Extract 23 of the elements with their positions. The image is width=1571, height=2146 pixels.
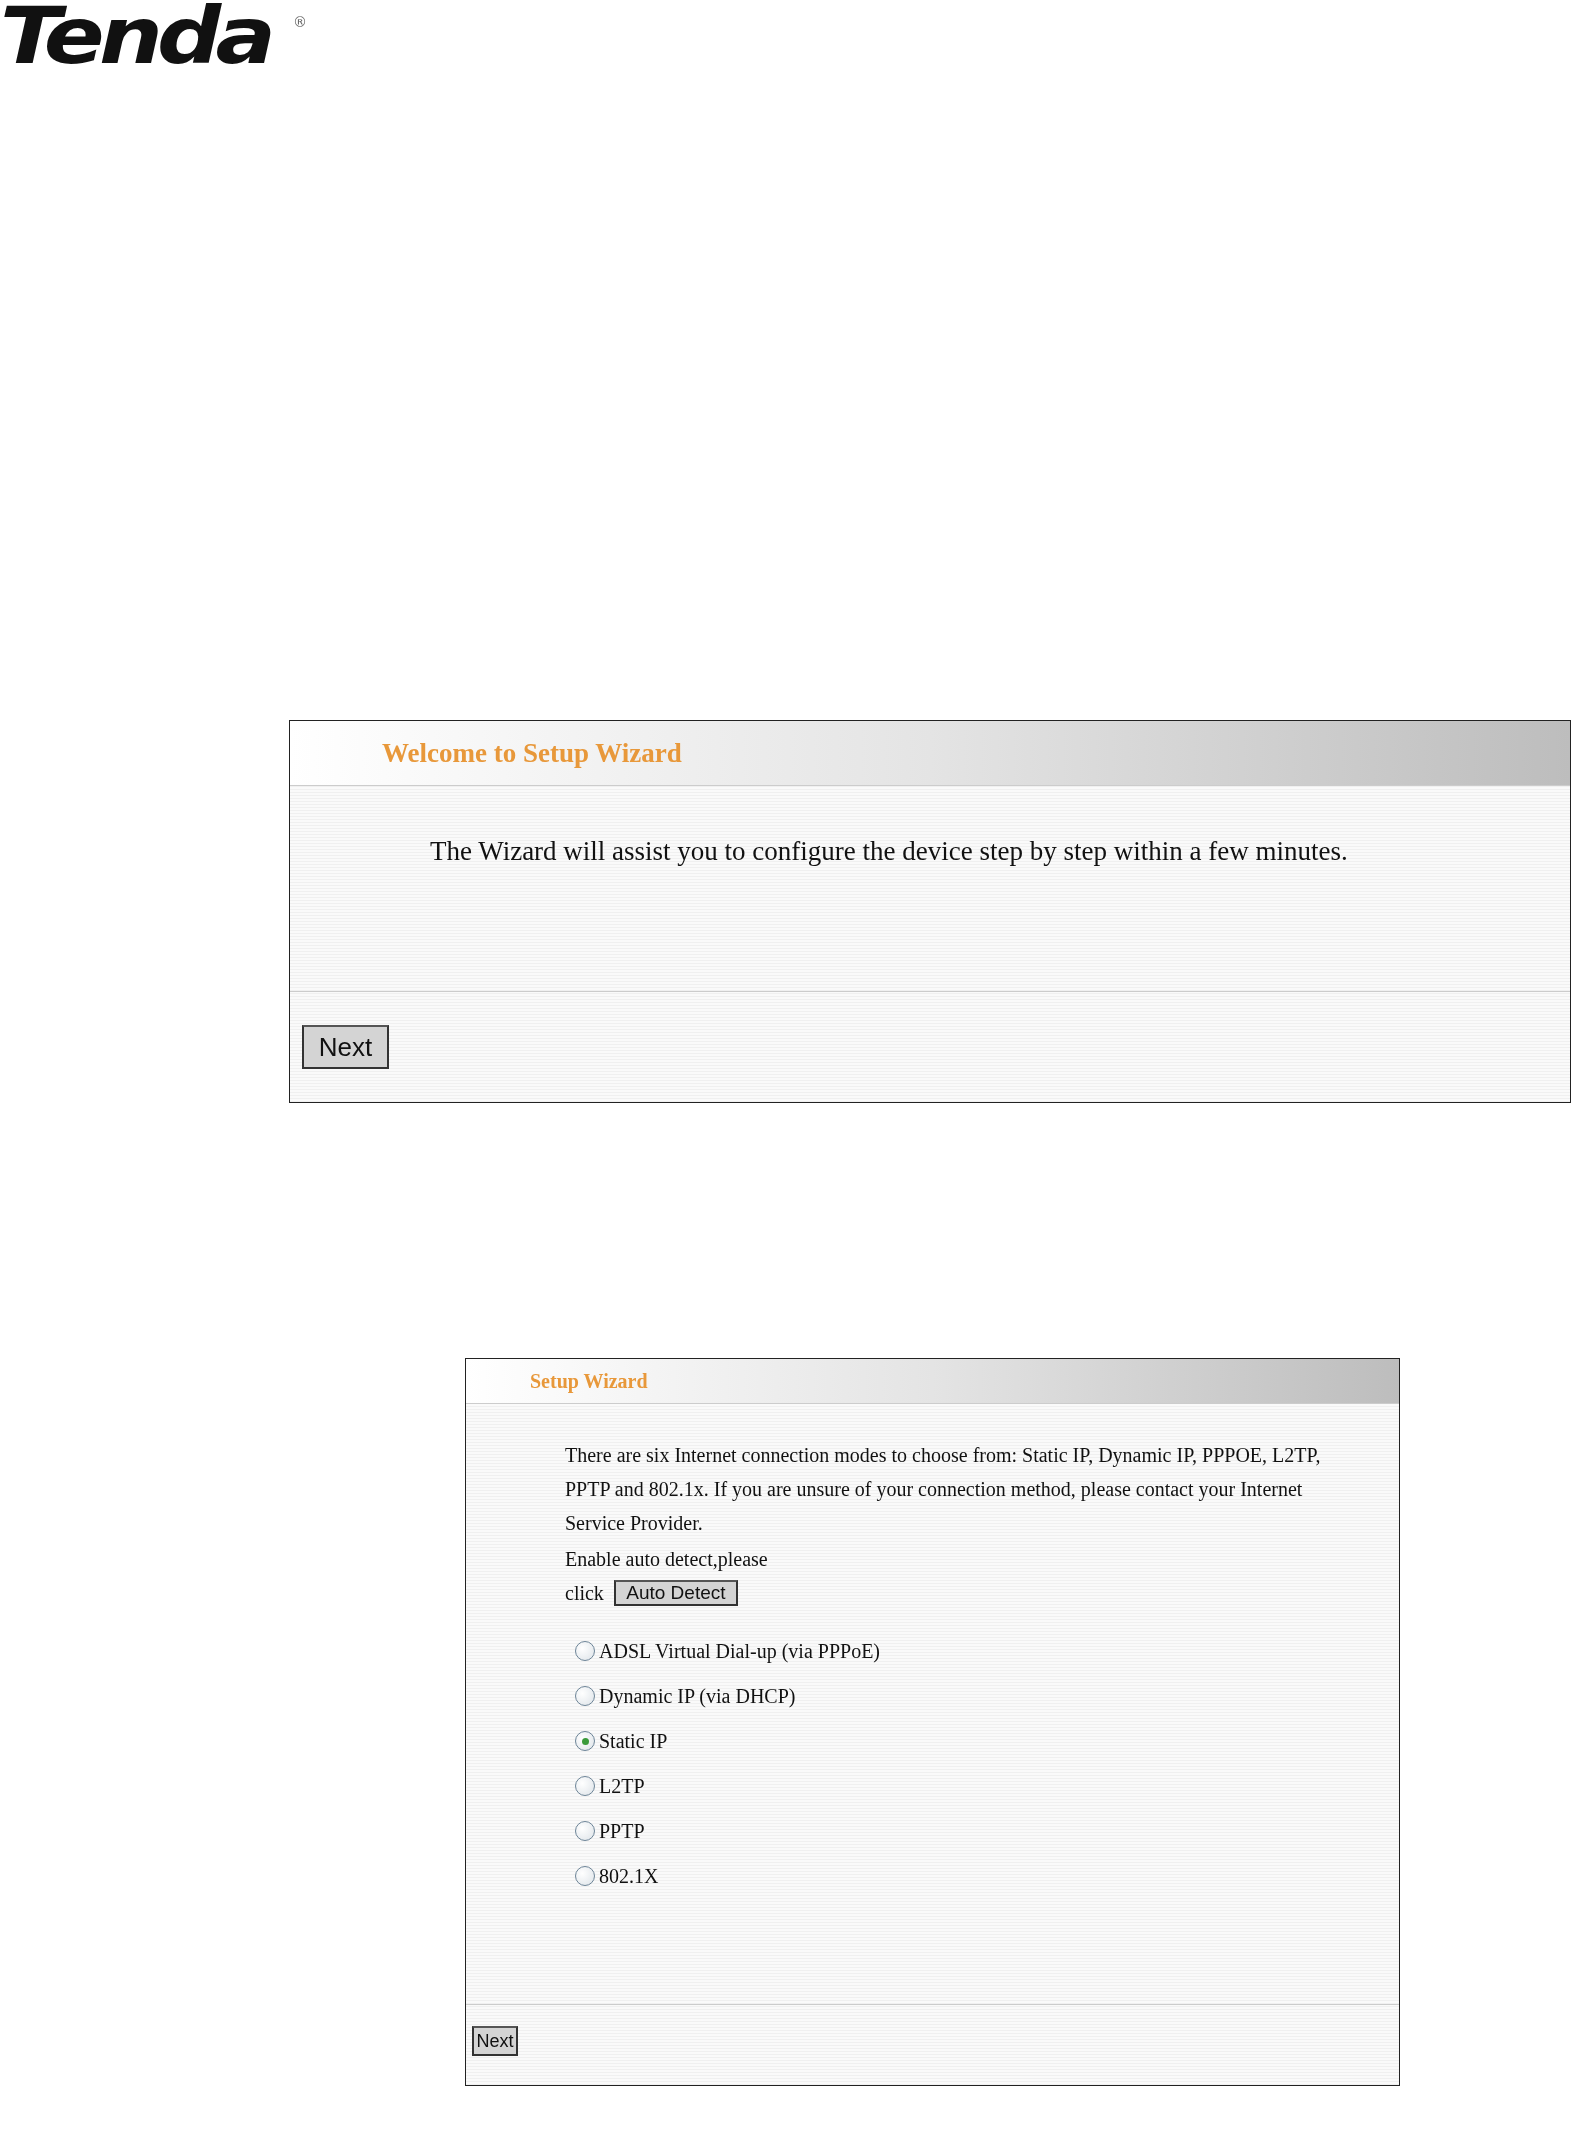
next-button[interactable]: Next [302,1025,389,1069]
mode-label[interactable]: ADSL Virtual Dial-up (via PPPoE) [599,1636,880,1666]
radio-button[interactable] [575,1641,595,1661]
radio-button[interactable] [575,1866,595,1886]
next-button[interactable]: Next [472,2026,518,2056]
auto-detect-button[interactable]: Auto Detect [613,1580,738,1606]
radio-button[interactable] [575,1821,595,1841]
radio-button[interactable] [575,1686,595,1706]
mode-label[interactable]: Dynamic IP (via DHCP) [599,1681,796,1711]
panel-title: Setup Wizard [466,1359,1399,1404]
mode-label[interactable]: L2TP [599,1771,645,1801]
registered-mark: ® [293,14,308,30]
radio-button[interactable] [575,1776,595,1796]
welcome-text: The Wizard will assist you to configure the device step by step within a few minutes. [430,835,1349,868]
click-label: click [565,1581,604,1606]
mode-label[interactable]: PPTP [599,1816,645,1846]
mode-label[interactable]: 802.1X [599,1861,659,1891]
wizard-description: There are six Internet connection modes to choose from: Static IP, Dynamic IP, PPPOE, L2TP, PPTP and 802.1x. If you are unsure of your connection method, please contact your Internet Service Provider. [565,1443,1322,1536]
mode-label[interactable]: Static IP [599,1726,668,1756]
radio-button[interactable] [575,1731,595,1751]
panel-title: Welcome to Setup Wizard [290,721,1570,786]
auto-detect-prompt: Enable auto detect,please [565,1547,769,1573]
logo: Tenda [0,0,271,76]
